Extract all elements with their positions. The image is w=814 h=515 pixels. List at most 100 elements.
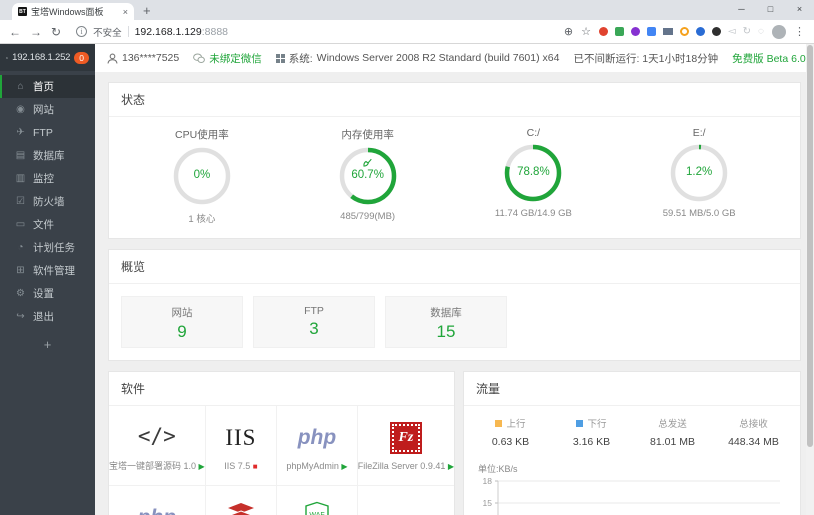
- gauge-value: 60.7%: [351, 169, 384, 181]
- tab-close-icon[interactable]: ×: [123, 7, 128, 17]
- maximize-button[interactable]: □: [756, 0, 785, 19]
- sidebar-item-数据库[interactable]: ▤ 数据库: [0, 144, 95, 167]
- traffic-legend: 上行 0.63 KB 下行 3.16 KB 总发送 81.01 MB 总接收 4…: [464, 406, 800, 450]
- empty-cell: [358, 486, 454, 515]
- cron-icon: ◔: [17, 242, 24, 253]
- stat-label: FTP: [304, 305, 324, 317]
- extension-icon[interactable]: [646, 27, 656, 36]
- overview-stat-网站[interactable]: 网站 9: [121, 296, 243, 348]
- wechat-bind-link[interactable]: 未绑定微信: [209, 51, 262, 66]
- traffic-title: 流量: [464, 372, 800, 406]
- running-icon: ▶: [447, 461, 454, 471]
- firewall-icon: ☑: [16, 196, 25, 207]
- sidebar-item-FTP[interactable]: ✈ FTP: [0, 121, 95, 144]
- info-icon[interactable]: i: [76, 26, 88, 37]
- gauge-ring: 1.2%: [670, 144, 728, 202]
- sidebar-item-文件[interactable]: ▭ 文件: [0, 213, 95, 236]
- message-badge[interactable]: 0: [74, 51, 89, 64]
- browser-tabstrip: BT 宝塔Windows面板 × + ─ □ ×: [0, 0, 814, 20]
- legend-label: 下行: [587, 419, 607, 430]
- extensions-row: ◅ ↻ ◌: [598, 27, 764, 37]
- extension-icon[interactable]: ◌: [758, 27, 764, 37]
- redis-icon: [227, 502, 254, 515]
- extension-icon[interactable]: [695, 27, 705, 36]
- close-button[interactable]: ×: [785, 0, 814, 19]
- overview-stats: 网站 9 FTP 3 数据库 15: [109, 284, 800, 360]
- sidebar-item-计划任务[interactable]: ◔ 计划任务: [0, 236, 95, 259]
- legend-item: 总接收 448.34 MB: [713, 416, 794, 448]
- settings-icon: ⚙: [16, 288, 25, 299]
- zoom-icon[interactable]: ⊕: [564, 25, 573, 38]
- minimize-button[interactable]: ─: [727, 0, 756, 19]
- stat-value: 15: [436, 322, 456, 341]
- version-text: 免费版 Beta 6.0.0 [找Bug奖现金哟]: [732, 52, 814, 65]
- chrome-menu-icon[interactable]: ⋮: [794, 25, 805, 38]
- page-scrollbar: [806, 44, 814, 515]
- software-item[interactable]: IIS IIS 7.5 ■: [205, 406, 278, 486]
- toolbar-right: ⊕ ☆ ◅ ↻ ◌ ⋮: [564, 24, 805, 39]
- scrollbar-thumb[interactable]: [807, 45, 813, 447]
- software-item[interactable]: WAF 宝塔IIS防火墙 1.0 ▶: [277, 486, 358, 515]
- sidebar-item-label: 设置: [33, 288, 54, 300]
- running-icon: ▶: [341, 461, 348, 471]
- wechat-bind[interactable]: 未绑定微信: [193, 51, 262, 66]
- sidebar-item-label: 首页: [33, 81, 54, 93]
- svg-text:15: 15: [483, 498, 493, 508]
- sidebar-item-设置[interactable]: ⚙ 设置: [0, 282, 95, 305]
- user-account[interactable]: 136****7525: [107, 52, 179, 64]
- running-icon: ▶: [198, 462, 205, 471]
- sidebar-item-软件管理[interactable]: ⊞ 软件管理: [0, 259, 95, 282]
- sidebar-item-退出[interactable]: ↪ 退出: [0, 305, 95, 328]
- profile-avatar[interactable]: [772, 24, 786, 39]
- browser-tab[interactable]: BT 宝塔Windows面板 ×: [12, 3, 134, 20]
- add-server-button[interactable]: +: [0, 337, 95, 352]
- legend-label: 上行: [506, 419, 526, 430]
- software-item[interactable]: php PHP-5.2 ▶: [109, 486, 206, 515]
- extension-icon[interactable]: ◅: [728, 27, 736, 37]
- stat-value: 9: [177, 322, 187, 341]
- stopped-icon: ■: [252, 461, 258, 471]
- sidebar-item-label: 网站: [33, 104, 54, 116]
- extension-icon[interactable]: [598, 27, 608, 36]
- gauge-label: 内存使用率: [341, 129, 394, 141]
- sidebar-item-监控[interactable]: ▥ 监控: [0, 167, 95, 190]
- username: 136****7525: [122, 52, 180, 64]
- sidebar-item-label: 监控: [33, 173, 54, 185]
- overview-stat-数据库[interactable]: 数据库 15: [385, 296, 507, 348]
- bookmark-star-icon[interactable]: ☆: [581, 25, 591, 38]
- sidebar-item-label: 数据库: [33, 150, 65, 162]
- system-value: Windows Server 2008 R2 Standard (build 7…: [316, 52, 560, 64]
- forward-icon[interactable]: →: [30, 25, 42, 39]
- address-bar[interactable]: i 不安全 192.168.1.129:8888: [70, 24, 555, 40]
- browser-toolbar: ← → ↻ i 不安全 192.168.1.129:8888 ⊕ ☆ ◅ ↻ ◌ ⋮: [0, 20, 814, 44]
- legend-value: 81.01 MB: [650, 436, 695, 448]
- overview-card: 概览 网站 9 FTP 3 数据库 15: [108, 249, 801, 361]
- sidebar-item-防火墙[interactable]: ☑ 防火墙: [0, 190, 95, 213]
- sidebar-item-网站[interactable]: ◉ 网站: [0, 98, 95, 121]
- sidebar-item-首页[interactable]: ⌂ 首页: [0, 75, 95, 98]
- software-item[interactable]: php phpMyAdmin ▶: [277, 406, 358, 486]
- legend-item: 下行 3.16 KB: [551, 416, 632, 448]
- software-item[interactable]: </> 宝塔一键部署源码 1.0 ▶: [109, 406, 206, 486]
- extension-icon[interactable]: [614, 27, 624, 36]
- extension-icon[interactable]: [679, 27, 689, 36]
- overview-stat-FTP[interactable]: FTP 3: [253, 296, 375, 348]
- extension-icon[interactable]: [630, 27, 640, 36]
- sidebar-menu: ⌂ 首页 ◉ 网站 ✈ FTP ▤ 数据库 ▥ 监控 ☑ 防火墙 ▭ 文件 ◔ …: [0, 75, 95, 328]
- php-icon: php: [297, 425, 337, 449]
- extension-icon[interactable]: [662, 28, 673, 35]
- sidebar-item-label: FTP: [33, 126, 53, 139]
- software-item[interactable]: redis 1.0 ▶: [206, 486, 278, 515]
- home-icon: ⌂: [17, 81, 24, 92]
- reload-icon[interactable]: ↻: [51, 25, 61, 39]
- traffic-card: 流量 上行 0.63 KB 下行 3.16 KB 总发送 81.01 MB 总接…: [463, 371, 801, 515]
- back-icon[interactable]: ←: [9, 25, 21, 39]
- extension-icon[interactable]: [711, 27, 721, 36]
- new-tab-button[interactable]: +: [143, 3, 151, 18]
- extension-icon[interactable]: ↻: [743, 27, 751, 37]
- gauge-label: C:/: [526, 127, 541, 139]
- server-selector[interactable]: 192.168.1.252 0: [0, 44, 95, 71]
- gauge-value: 1.2%: [686, 166, 713, 178]
- software-item[interactable]: Fz FileZilla Server 0.9.41 ▶: [357, 406, 454, 486]
- gauge-detail: 485/799(MB): [340, 211, 396, 222]
